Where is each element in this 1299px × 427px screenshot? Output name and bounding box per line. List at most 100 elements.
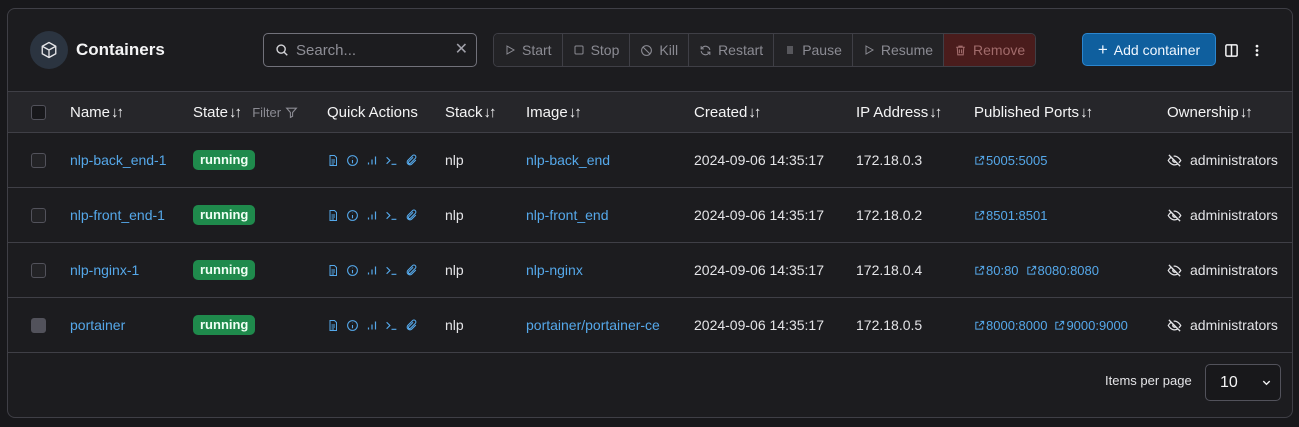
stats-icon[interactable] [366, 154, 378, 167]
cube-icon [30, 31, 68, 69]
stats-icon[interactable] [366, 319, 378, 332]
row-checkbox[interactable] [31, 262, 46, 278]
column-header-ownership[interactable]: Ownership↓↑ [1167, 92, 1292, 133]
add-container-label: Add container [1113, 41, 1201, 58]
port-link[interactable]: 5005:5005 [974, 153, 1047, 168]
restart-button[interactable]: Restart [689, 34, 775, 66]
attach-icon[interactable] [405, 264, 418, 277]
search-box[interactable]: ✕ [263, 33, 477, 67]
page-title: Containers [76, 40, 165, 59]
column-header-name[interactable]: Name↓↑ [70, 92, 193, 133]
stats-icon[interactable] [366, 264, 378, 277]
published-ports: 80:80 8080:8080 [974, 263, 1167, 278]
console-icon[interactable] [385, 154, 398, 167]
inspect-icon[interactable] [346, 264, 359, 277]
port-link[interactable]: 8501:8501 [974, 208, 1047, 223]
more-options-icon[interactable] [1252, 43, 1262, 61]
state-filter[interactable]: Filter [252, 105, 298, 120]
row-checkbox[interactable] [31, 317, 46, 333]
logs-icon[interactable] [327, 209, 339, 222]
column-header-created[interactable]: Created↓↑ [694, 92, 856, 133]
resume-label: Resume [880, 42, 934, 58]
sort-icon[interactable]: ↓↑ [229, 104, 242, 121]
stop-button[interactable]: Stop [562, 34, 631, 66]
external-link-icon [1026, 265, 1037, 276]
column-header-quick-actions: Quick Actions [327, 103, 418, 121]
select-all-checkbox[interactable] [31, 104, 46, 120]
chevron-down-icon [1262, 380, 1271, 386]
ownership: administrators [1167, 152, 1292, 168]
container-name-link[interactable]: portainer [70, 317, 125, 333]
sort-icon[interactable]: ↓↑ [111, 104, 124, 121]
attach-icon[interactable] [405, 209, 418, 222]
image-link[interactable]: portainer/portainer-ce [526, 317, 660, 333]
logs-icon[interactable] [327, 319, 339, 332]
containers-panel: Containers ✕ Start Stop Kill R [7, 8, 1293, 418]
logs-icon[interactable] [327, 154, 339, 167]
pause-label: Pause [802, 42, 842, 58]
pause-button[interactable]: Pause [774, 34, 853, 66]
column-header-state[interactable]: State↓↑ Filter [193, 92, 327, 133]
ownership: administrators [1167, 207, 1292, 223]
restart-label: Restart [718, 42, 764, 58]
ownership-label: administrators [1190, 152, 1278, 168]
container-name-link[interactable]: nlp-back_end-1 [70, 152, 167, 168]
sort-icon[interactable]: ↓↑ [748, 104, 761, 121]
column-header-ports[interactable]: Published Ports↓↑ [974, 92, 1167, 133]
logs-icon[interactable] [327, 264, 339, 277]
kill-label: Kill [659, 42, 679, 58]
resume-button[interactable]: Resume [852, 34, 945, 66]
external-link-icon [974, 155, 985, 166]
port-link[interactable]: 9000:9000 [1054, 318, 1128, 333]
image-link[interactable]: nlp-back_end [526, 152, 610, 168]
attach-icon[interactable] [405, 154, 418, 167]
row-checkbox[interactable] [31, 207, 46, 223]
status-badge: running [193, 205, 256, 225]
attach-icon[interactable] [405, 319, 418, 332]
filter-icon [285, 107, 298, 118]
quick-actions [327, 154, 445, 167]
column-header-stack[interactable]: Stack↓↑ [445, 92, 526, 133]
remove-button[interactable]: Remove [944, 34, 1036, 66]
sort-icon[interactable]: ↓↑ [484, 104, 497, 121]
sort-icon[interactable]: ↓↑ [569, 104, 582, 121]
search-icon [275, 43, 289, 60]
image-link[interactable]: nlp-front_end [526, 207, 609, 223]
add-container-button[interactable]: + Add container [1082, 33, 1216, 66]
clear-search-icon[interactable]: ✕ [455, 42, 468, 58]
row-checkbox[interactable] [31, 152, 46, 168]
table-row: nlp-back_end-1 running nlp nlp-back_end … [8, 133, 1292, 188]
eye-off-icon [1167, 153, 1182, 168]
port-link[interactable]: 8080:8080 [1026, 263, 1099, 278]
console-icon[interactable] [385, 264, 398, 277]
quick-actions [327, 264, 445, 277]
columns-icon[interactable] [1224, 43, 1239, 61]
ip-address: 172.18.0.4 [856, 262, 923, 278]
inspect-icon[interactable] [346, 319, 359, 332]
column-header-ip[interactable]: IP Address↓↑ [856, 92, 974, 133]
items-per-page-value: 10 [1220, 373, 1238, 391]
start-button[interactable]: Start [494, 34, 563, 66]
inspect-icon[interactable] [346, 154, 359, 167]
kill-button[interactable]: Kill [630, 34, 690, 66]
port-link[interactable]: 80:80 [974, 263, 1019, 278]
container-name-link[interactable]: nlp-nginx-1 [70, 262, 139, 278]
items-per-page-select[interactable]: 10 [1205, 364, 1281, 401]
search-input[interactable] [296, 40, 446, 60]
column-header-image[interactable]: Image↓↑ [526, 92, 694, 133]
container-action-group: Start Stop Kill Restart Pause Resume Rem… [493, 33, 1037, 67]
ip-address: 172.18.0.2 [856, 207, 923, 223]
port-link[interactable]: 8000:8000 [974, 318, 1047, 333]
stack-name: nlp [445, 262, 464, 278]
sort-icon[interactable]: ↓↑ [1240, 104, 1253, 121]
sort-icon[interactable]: ↓↑ [1080, 104, 1093, 121]
sort-icon[interactable]: ↓↑ [929, 104, 942, 121]
remove-label: Remove [973, 42, 1026, 58]
console-icon[interactable] [385, 209, 398, 222]
console-icon[interactable] [385, 319, 398, 332]
image-link[interactable]: nlp-nginx [526, 262, 583, 278]
stats-icon[interactable] [366, 209, 378, 222]
inspect-icon[interactable] [346, 209, 359, 222]
container-name-link[interactable]: nlp-front_end-1 [70, 207, 165, 223]
pause-icon [787, 46, 793, 54]
